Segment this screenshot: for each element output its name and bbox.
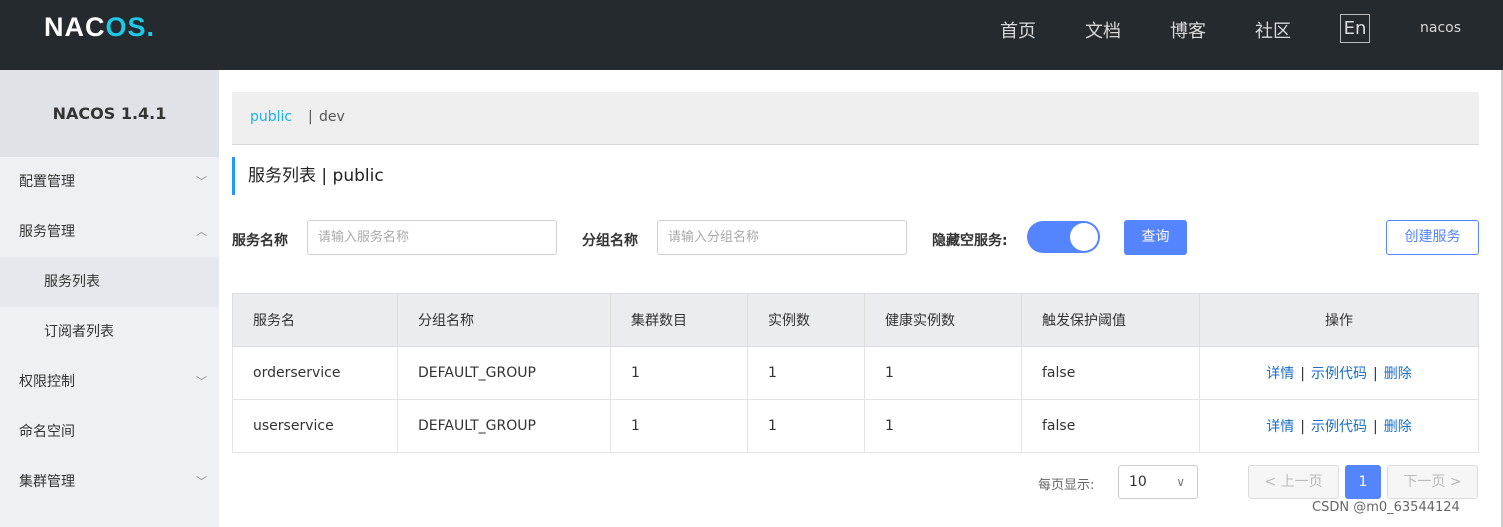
col-service-name: 服务名 — [232, 293, 398, 347]
hide-empty-toggle[interactable] — [1027, 221, 1100, 253]
language-switch-button[interactable]: En — [1340, 14, 1370, 43]
cell-actions: 详情 | 示例代码 | 删除 — [1199, 346, 1479, 400]
cell-cluster-count: 1 — [610, 346, 748, 400]
detail-link[interactable]: 详情 — [1266, 419, 1294, 435]
action-separator: | — [1300, 366, 1305, 382]
chevron-right-icon: > — [1445, 474, 1462, 490]
sidebar-item-label: 命名空间 — [19, 424, 75, 440]
logo-dot: . — [146, 12, 156, 42]
top-navbar: NACOS. 首页 文档 博客 社区 En nacos — [0, 0, 1503, 70]
main-content: public | dev 服务列表 | public 服务名称 请输入服务名称 … — [219, 70, 1503, 527]
cell-healthy-count: 1 — [864, 346, 1022, 400]
sample-code-link[interactable]: 示例代码 — [1311, 366, 1367, 382]
logo-text-os: OS — [105, 12, 147, 42]
sidebar-item-service-management[interactable]: 服务管理 ︿ — [0, 207, 219, 257]
sidebar-item-namespace[interactable]: 命名空间 — [0, 407, 219, 457]
cell-group-name: DEFAULT_GROUP — [397, 346, 611, 400]
cell-service-name: userservice — [232, 399, 398, 453]
sample-code-link[interactable]: 示例代码 — [1311, 419, 1367, 435]
chevron-up-icon: ︿ — [196, 225, 207, 238]
chevron-down-icon: ﹀ — [196, 375, 207, 388]
toggle-knob — [1070, 223, 1098, 251]
col-protect-threshold: 触发保护阈值 — [1021, 293, 1200, 347]
sidebar-item-label: 服务列表 — [44, 274, 100, 290]
chevron-down-icon: ∨ — [1176, 475, 1185, 489]
page-title: 服务列表 | public — [232, 157, 384, 195]
nav-community[interactable]: 社区 — [1255, 17, 1291, 43]
sidebar-item-config-management[interactable]: 配置管理 ﹀ — [0, 157, 219, 207]
sidebar-title: NACOS 1.4.1 — [0, 70, 219, 157]
table-row: orderservice DEFAULT_GROUP 1 1 1 false 详… — [232, 346, 1479, 400]
action-separator: | — [1373, 419, 1378, 435]
cell-protect-threshold: false — [1021, 346, 1200, 400]
sidebar-item-subscriber-list[interactable]: 订阅者列表 — [0, 307, 219, 357]
page-size-select[interactable]: 10 ∨ — [1118, 465, 1198, 499]
user-menu[interactable]: nacos — [1420, 20, 1461, 36]
cell-group-name: DEFAULT_GROUP — [397, 399, 611, 453]
sidebar-item-label: 配置管理 — [19, 174, 75, 190]
col-instance-count: 实例数 — [747, 293, 865, 347]
page-size-label: 每页显示: — [1038, 478, 1095, 493]
group-name-input[interactable]: 请输入分组名称 — [657, 220, 907, 255]
cell-service-name: orderservice — [232, 346, 398, 400]
service-table: 服务名 分组名称 集群数目 实例数 健康实例数 触发保护阈值 操作 orders… — [232, 293, 1479, 453]
prev-page-label: 上一页 — [1280, 474, 1323, 490]
cell-cluster-count: 1 — [610, 399, 748, 453]
service-name-label: 服务名称 — [232, 233, 288, 249]
action-separator: | — [1300, 419, 1305, 435]
col-group-name: 分组名称 — [397, 293, 611, 347]
hide-empty-label: 隐藏空服务: — [932, 233, 1008, 249]
watermark: CSDN @m0_63544124 — [1312, 500, 1460, 515]
group-name-label: 分组名称 — [582, 233, 638, 249]
namespace-public[interactable]: public — [250, 109, 292, 125]
cell-healthy-count: 1 — [864, 399, 1022, 453]
cell-instance-count: 1 — [747, 346, 865, 400]
prev-page-button[interactable]: < 上一页 — [1248, 465, 1339, 499]
sidebar: NACOS 1.4.1 配置管理 ﹀ 服务管理 ︿ 服务列表 订阅者列表 权限控… — [0, 70, 219, 527]
sidebar-item-service-list[interactable]: 服务列表 — [0, 257, 219, 307]
sidebar-item-label: 订阅者列表 — [44, 324, 114, 340]
sidebar-item-label: 权限控制 — [19, 374, 75, 390]
cell-protect-threshold: false — [1021, 399, 1200, 453]
nav-blog[interactable]: 博客 — [1170, 17, 1206, 43]
sidebar-item-access-control[interactable]: 权限控制 ﹀ — [0, 357, 219, 407]
query-button[interactable]: 查询 — [1124, 220, 1187, 255]
nav-docs[interactable]: 文档 — [1085, 17, 1121, 43]
chevron-down-icon: ﹀ — [196, 175, 207, 188]
col-cluster-count: 集群数目 — [610, 293, 748, 347]
create-service-button[interactable]: 创建服务 — [1386, 220, 1479, 255]
chevron-left-icon: < — [1264, 474, 1281, 490]
table-row: userservice DEFAULT_GROUP 1 1 1 false 详情… — [232, 399, 1479, 453]
next-page-button[interactable]: 下一页 > — [1387, 465, 1478, 499]
current-page-button[interactable]: 1 — [1345, 465, 1381, 499]
next-page-label: 下一页 — [1403, 474, 1446, 490]
sidebar-item-cluster-management[interactable]: 集群管理 ﹀ — [0, 457, 219, 507]
page-size-value: 10 — [1129, 474, 1147, 490]
chevron-down-icon: ﹀ — [196, 475, 207, 488]
sidebar-item-label: 集群管理 — [19, 474, 75, 490]
detail-link[interactable]: 详情 — [1266, 366, 1294, 382]
col-actions: 操作 — [1199, 293, 1479, 347]
nacos-logo[interactable]: NACOS. — [44, 12, 155, 43]
col-healthy-count: 健康实例数 — [864, 293, 1022, 347]
namespace-dev[interactable]: dev — [319, 109, 345, 125]
cell-actions: 详情 | 示例代码 | 删除 — [1199, 399, 1479, 453]
namespace-separator: | — [308, 109, 313, 125]
logo-text-nac: NAC — [44, 12, 106, 42]
nav-home[interactable]: 首页 — [1000, 17, 1036, 43]
namespace-bar: public | dev — [232, 92, 1479, 145]
table-header-row: 服务名 分组名称 集群数目 实例数 健康实例数 触发保护阈值 操作 — [232, 293, 1479, 347]
sidebar-item-label: 服务管理 — [19, 224, 75, 240]
action-separator: | — [1373, 366, 1378, 382]
cell-instance-count: 1 — [747, 399, 865, 453]
delete-link[interactable]: 删除 — [1384, 419, 1412, 435]
service-name-input[interactable]: 请输入服务名称 — [307, 220, 557, 255]
delete-link[interactable]: 删除 — [1384, 366, 1412, 382]
